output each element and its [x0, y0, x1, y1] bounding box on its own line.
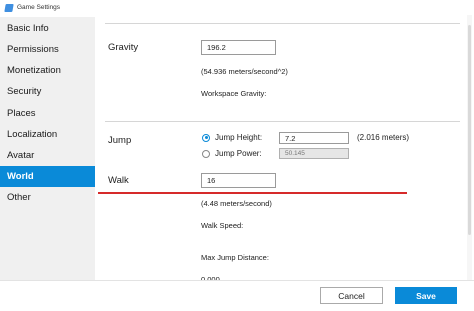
- gravity-conversion: (54.936 meters/second^2): [201, 67, 288, 76]
- sidebar-item-basic-info[interactable]: Basic Info: [0, 18, 95, 39]
- window-title: Game Settings: [17, 4, 60, 11]
- dialog-footer: Cancel Save: [0, 280, 474, 311]
- walk-speed-input[interactable]: [201, 173, 276, 188]
- title-bar: Game Settings: [0, 0, 474, 15]
- jump-height-input[interactable]: [279, 132, 349, 144]
- gravity-input[interactable]: [201, 40, 276, 55]
- panel-scrollbar[interactable]: [467, 15, 472, 280]
- sidebar-item-permissions[interactable]: Permissions: [0, 39, 95, 60]
- settings-sidebar: Basic Info Permissions Monetization Secu…: [0, 17, 95, 280]
- gravity-label: Gravity: [108, 42, 139, 53]
- sidebar-item-localization[interactable]: Localization: [0, 124, 95, 145]
- sidebar-item-other[interactable]: Other: [0, 187, 95, 208]
- jump-label: Jump: [108, 135, 132, 146]
- scrollbar-thumb[interactable]: [468, 25, 471, 235]
- cancel-button[interactable]: Cancel: [320, 287, 383, 304]
- walk-speed-label: Walk Speed:: [201, 221, 244, 230]
- studio-logo-icon: [4, 3, 14, 12]
- annotation-underline: [98, 192, 407, 194]
- sidebar-item-places[interactable]: Places: [0, 103, 95, 124]
- section-divider: [105, 23, 460, 24]
- jump-power-input: [279, 148, 349, 159]
- jump-power-option[interactable]: Jump Power:: [202, 149, 262, 158]
- workspace-gravity-label: Workspace Gravity:: [201, 89, 267, 98]
- jump-power-radio[interactable]: [202, 149, 210, 158]
- section-divider: [105, 121, 460, 122]
- jump-height-option[interactable]: Jump Height:: [202, 133, 262, 142]
- world-settings-panel: Gravity (54.936 meters/second^2) Workspa…: [95, 15, 474, 280]
- walk-label: Walk: [108, 175, 129, 186]
- jump-height-meters: (2.016 meters): [357, 133, 410, 142]
- max-jump-distance-label: Max Jump Distance:: [201, 253, 269, 262]
- jump-height-label: Jump Height:: [215, 133, 263, 142]
- jump-power-label: Jump Power:: [215, 149, 262, 158]
- sidebar-item-security[interactable]: Security: [0, 81, 95, 102]
- sidebar-item-avatar[interactable]: Avatar: [0, 145, 95, 166]
- save-button[interactable]: Save: [395, 287, 457, 304]
- sidebar-item-world[interactable]: World: [0, 166, 95, 187]
- sidebar-item-monetization[interactable]: Monetization: [0, 60, 95, 81]
- walk-speed-conversion: (4.48 meters/second): [201, 199, 272, 208]
- jump-height-radio[interactable]: [202, 133, 210, 142]
